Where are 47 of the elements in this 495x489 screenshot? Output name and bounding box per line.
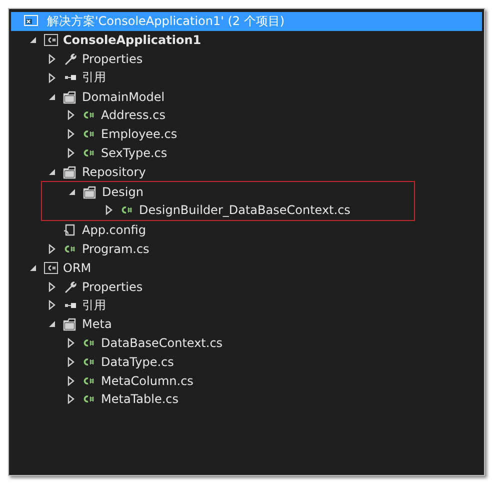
collapsed-arrow-icon	[67, 356, 75, 367]
collapsed-arrow-icon	[67, 394, 75, 404]
collapsed-arrow-icon	[48, 300, 56, 310]
folder-icon	[62, 88, 78, 105]
tree-item[interactable]: Meta	[23, 314, 484, 334]
collapsed-arrow-icon	[67, 148, 75, 158]
tree-item[interactable]: Properties	[23, 277, 484, 296]
tree-item[interactable]: Repository	[23, 162, 484, 182]
tree-item[interactable]: Program.cs	[23, 240, 484, 258]
project-icon	[43, 32, 59, 48]
collapsed-arrow-icon	[67, 338, 75, 348]
tree-item[interactable]: Address.cs	[23, 106, 484, 125]
tree-item[interactable]: MetaColumn.cs	[23, 371, 484, 390]
tree-item[interactable]: ConsoleApplication1	[23, 30, 484, 50]
expanded-arrow-icon	[48, 320, 56, 328]
tree-item[interactable]: 引用	[23, 296, 484, 315]
references-icon	[65, 302, 76, 308]
expanded-arrow-icon	[48, 92, 56, 101]
tree-item[interactable]: Properties	[23, 50, 484, 68]
tree-item[interactable]: DesignBuilder_DataBaseContext.cs	[42, 200, 414, 220]
tree-item[interactable]: DataBaseContext.cs	[23, 334, 484, 352]
project-icon	[43, 260, 59, 276]
collapsed-arrow-icon	[48, 72, 56, 83]
tree-item[interactable]: DomainModel	[23, 87, 484, 106]
tree-item[interactable]: Employee.cs	[23, 124, 484, 144]
collapsed-arrow-icon	[48, 244, 56, 254]
tree-item[interactable]: ORM	[23, 258, 484, 278]
folder-icon	[82, 184, 98, 200]
expanded-arrow-icon	[29, 264, 37, 272]
references-icon	[65, 75, 76, 80]
collapsed-arrow-icon	[67, 129, 75, 140]
tree-item[interactable]: SexType.cs	[23, 144, 484, 162]
folder-icon	[62, 316, 78, 332]
tree-item[interactable]: 引用	[23, 68, 484, 88]
collapsed-arrow-icon	[48, 54, 56, 64]
expanded-arrow-icon	[68, 188, 76, 196]
expanded-arrow-icon	[29, 36, 37, 44]
collapsed-arrow-icon	[105, 205, 113, 216]
collapsed-arrow-icon	[67, 376, 75, 386]
expanded-arrow-icon	[48, 168, 56, 176]
collapsed-arrow-icon	[48, 282, 56, 292]
tree-item[interactable]: DataType.cs	[23, 352, 484, 372]
collapsed-arrow-icon	[67, 110, 75, 120]
folder-icon	[62, 164, 78, 180]
tree-item[interactable]: Design	[42, 182, 414, 201]
tree-item[interactable]: MetaTable.cs	[23, 390, 484, 409]
tree-item[interactable]: App.config	[23, 220, 484, 240]
